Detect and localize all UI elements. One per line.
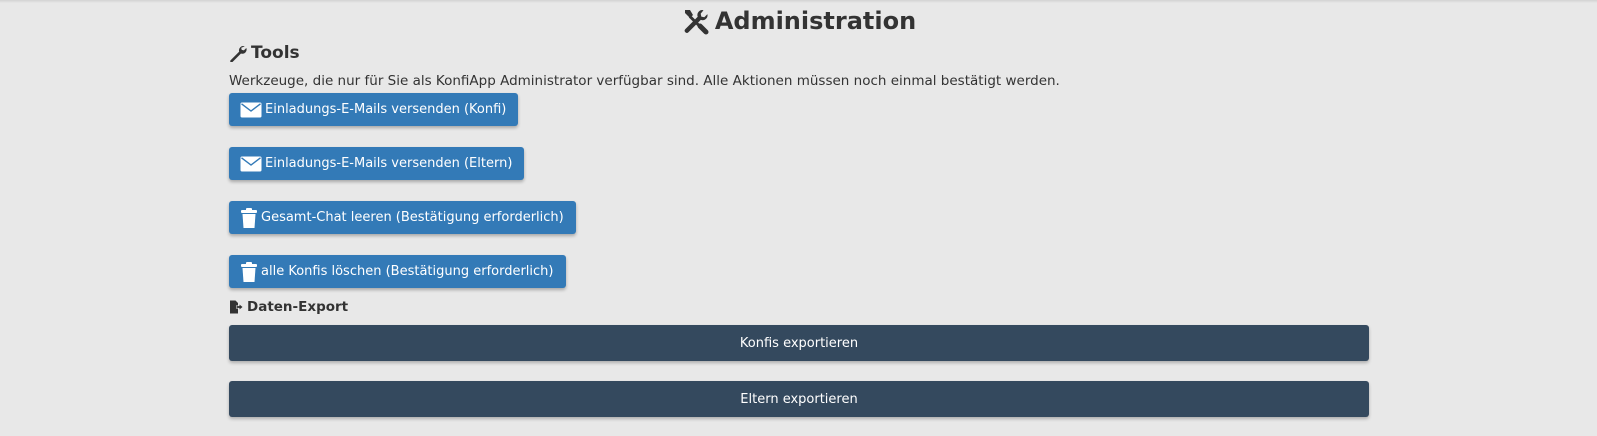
export-heading: Daten-Export <box>229 297 1369 317</box>
admin-content: Tools Werkzeuge, die nur für Sie als Kon… <box>229 40 1369 417</box>
tools-heading: Tools <box>229 40 1369 66</box>
clear-chat-button[interactable]: Gesamt-Chat leeren (Bestätigung erforder… <box>229 201 576 234</box>
wrench-icon <box>229 44 247 62</box>
button-row: Einladungs-E-Mails versenden (Eltern) <box>229 147 1369 180</box>
button-row: Einladungs-E-Mails versenden (Konfi) <box>229 93 1369 126</box>
send-invites-eltern-button[interactable]: Einladungs-E-Mails versenden (Eltern) <box>229 147 525 180</box>
button-label: alle Konfis löschen (Bestätigung erforde… <box>261 264 554 279</box>
export-heading-label: Daten-Export <box>247 299 349 315</box>
send-invites-konfi-button[interactable]: Einladungs-E-Mails versenden (Konfi) <box>229 93 519 126</box>
trash-icon <box>240 261 258 283</box>
file-export-icon <box>229 300 243 314</box>
page-title: Administration <box>714 7 917 35</box>
trash-icon <box>240 207 258 229</box>
tools-description: Werkzeuge, die nur für Sie als KonfiApp … <box>229 73 1060 89</box>
tools-heading-label: Tools <box>251 43 300 63</box>
top-shadow <box>0 0 1597 3</box>
button-label: Einladungs-E-Mails versenden (Konfi) <box>265 102 507 117</box>
envelope-icon <box>240 156 262 172</box>
tools-icon <box>681 7 709 35</box>
export-konfis-button[interactable]: Konfis exportieren <box>229 325 1369 361</box>
envelope-icon <box>240 102 262 118</box>
delete-all-konfis-button[interactable]: alle Konfis löschen (Bestätigung erforde… <box>229 255 566 288</box>
export-eltern-button[interactable]: Eltern exportieren <box>229 381 1369 417</box>
page-header: Administration <box>0 4 1597 38</box>
button-row: Gesamt-Chat leeren (Bestätigung erforder… <box>229 201 1369 234</box>
button-row: alle Konfis löschen (Bestätigung erforde… <box>229 255 1369 288</box>
button-label: Gesamt-Chat leeren (Bestätigung erforder… <box>261 210 564 225</box>
button-label: Einladungs-E-Mails versenden (Eltern) <box>265 156 513 171</box>
